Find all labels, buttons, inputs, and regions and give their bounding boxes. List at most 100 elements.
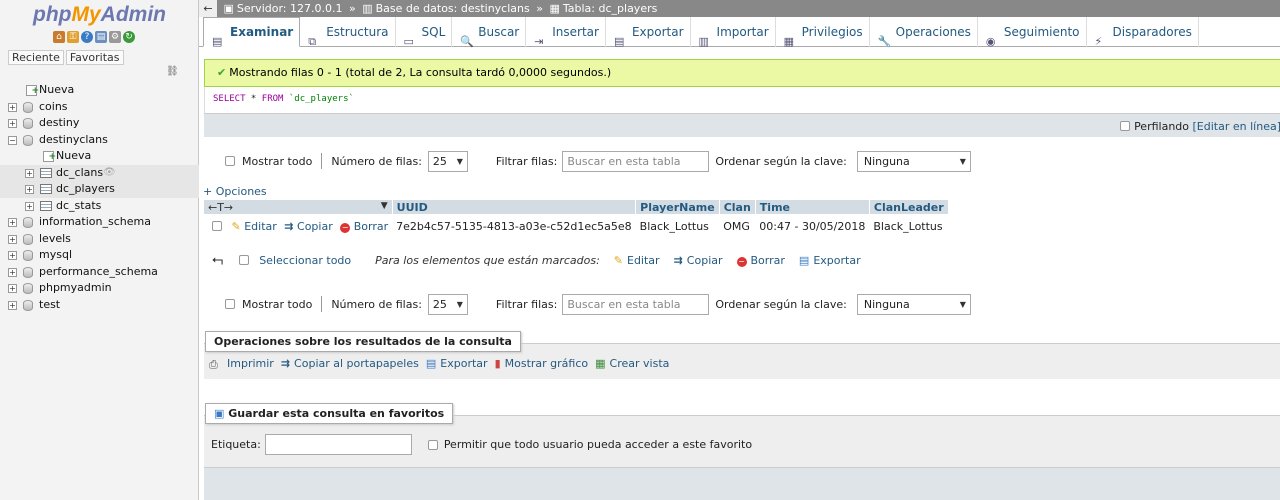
tree-item-label[interactable]: destinyclans [39,132,108,149]
copy-clipboard-link[interactable]: Copiar al portapapeles [294,357,419,370]
tree-item-label[interactable]: performance_schema [39,264,158,281]
sort-key-select[interactable]: Ninguna [856,293,971,315]
tree-item-label[interactable]: mysql [39,247,72,264]
table-cell-uuid[interactable]: 7e2b4c57-5135-4813-a03e-c52d1ec5a5e8 [392,215,636,239]
collapse-icon[interactable]: − [8,135,17,145]
expand-icon[interactable]: + [8,218,17,227]
show-all-checkbox[interactable] [225,156,235,166]
tree-item-label[interactable]: Nueva [56,148,91,165]
column-header-playername[interactable]: PlayerName [635,199,720,215]
show-chart-link[interactable]: Mostrar gráfico [505,357,589,370]
profiling-checkbox[interactable] [1120,121,1131,131]
tree-item-label[interactable]: phpmyadmin [39,280,112,297]
link-icon[interactable]: ⛓ [166,66,179,77]
export-link[interactable]: Exportar [440,357,487,370]
tree-item-dc-clans[interactable]: + dc_clans 👁 [0,164,199,182]
tree-item-Nueva[interactable]: Nueva [0,82,199,99]
expand-icon[interactable]: + [8,267,17,277]
public-bookmark-checkbox[interactable] [427,439,438,450]
tree-item-performance-schema[interactable]: + performance_schema [0,264,199,281]
phpmyadmin-logo[interactable]: phpMyAdmin [33,3,166,27]
tree-item-mysql[interactable]: + mysql [0,247,199,264]
tree-item-destiny[interactable]: + destiny [0,115,199,132]
column-arrows-header[interactable]: ←T→ ▼ [203,199,393,215]
delete-row-button[interactable]: Borrar [354,220,388,233]
copy-row-button[interactable]: Copiar [297,220,333,233]
tab-privilegios[interactable]: ▦ Privilegios [776,17,870,48]
expand-icon[interactable]: + [8,300,17,310]
print-link[interactable]: Imprimir [227,357,274,370]
filter-rows-input[interactable]: Buscar en esta tabla [562,293,710,315]
expand-icon[interactable]: + [25,168,34,178]
reload-icon[interactable]: ↻ [123,31,135,43]
sort-dropdown-icon[interactable]: ▼ [381,201,388,211]
column-header-uuid[interactable]: UUID [391,199,637,215]
edit-row-button[interactable]: Editar [244,220,277,233]
column-header-time[interactable]: Time [754,199,870,215]
expand-icon[interactable]: + [8,284,17,293]
tab-insertar[interactable]: ⇥ Insertar [526,17,606,48]
nav-tab-favorites[interactable]: Favoritas [65,50,124,65]
bulk-export-button[interactable]: Exportar [813,254,860,267]
expand-icon[interactable]: + [8,102,17,112]
expand-icon[interactable]: + [8,251,17,260]
options-link[interactable]: + Opciones [203,185,267,198]
help-icon[interactable]: ? [81,31,93,43]
tree-item-label[interactable]: information_schema [39,214,151,231]
table-cell-clan[interactable]: OMG [719,215,755,239]
tree-item-Nueva[interactable]: Nueva [0,148,199,165]
tab-operaciones[interactable]: 🔧 Operaciones [870,17,978,48]
tree-item-levels[interactable]: + levels [0,231,199,248]
tab-exportar[interactable]: ▤ Exportar [606,17,691,48]
tab-buscar[interactable]: 🔍 Buscar [452,17,527,48]
collapse-nav-icon[interactable]: ← [199,0,217,17]
tree-item-information-schema[interactable]: + information_schema [0,214,199,231]
gear-icon[interactable]: ⚙ [109,31,121,43]
tree-item-phpmyadmin[interactable]: + phpmyadmin [0,280,199,297]
rows-select[interactable]: 25 [427,150,468,172]
breadcrumb-table[interactable]: Tabla: dc_players [563,2,657,15]
expand-icon[interactable]: + [8,234,17,244]
logout-icon[interactable]: ⚿ [67,31,79,43]
tree-item-label[interactable]: dc_players [56,181,115,198]
select-all-link[interactable]: Seleccionar todo [259,254,351,267]
table-cell-clanleader[interactable]: Black_Lottus [869,215,948,239]
tab-seguimiento[interactable]: ◉ Seguimiento [978,17,1087,48]
edit-inline-link[interactable]: [Editar en línea] [1193,120,1280,133]
tab-examinar[interactable]: ▤ Examinar [203,17,301,48]
expand-icon[interactable]: + [25,201,34,211]
expand-icon[interactable]: + [8,119,17,128]
tree-item-test[interactable]: + test [0,297,199,314]
bulk-copy-button[interactable]: Copiar [687,254,723,267]
bookmark-label-input[interactable] [264,434,412,455]
docs-icon[interactable]: ▤ [95,31,107,43]
tree-item-label[interactable]: Nueva [39,82,74,99]
show-all-checkbox[interactable] [225,299,235,309]
home-icon[interactable]: ⌂ [53,31,65,43]
expand-icon[interactable]: + [25,185,34,194]
tree-item-coins[interactable]: + coins [0,99,199,116]
tree-item-label[interactable]: destiny [39,115,79,132]
tree-item-destinyclans[interactable]: − destinyclans [0,132,199,149]
tree-item-label[interactable]: dc_clans [56,165,103,182]
tab-disparadores[interactable]: ⚡ Disparadores [1087,17,1199,48]
tree-item-label[interactable]: dc_stats [56,198,101,215]
breadcrumb-database[interactable]: Base de datos: destinyclans [376,2,530,15]
tab-sql[interactable]: ▭ SQL [396,17,453,48]
sort-key-select[interactable]: Ninguna [856,150,971,172]
sql-query[interactable]: SELECT * FROM `dc_players` [213,94,354,104]
column-header-clan[interactable]: Clan [718,199,756,215]
bulk-edit-button[interactable]: Editar [627,254,660,267]
tree-item-dc-players[interactable]: + dc_players [0,181,199,198]
rows-select[interactable]: 25 [427,293,468,315]
tree-item-label[interactable]: levels [39,231,71,248]
row-checkbox[interactable] [211,221,222,232]
table-cell-playername[interactable]: Black_Lottus [636,215,720,239]
filter-rows-input[interactable]: Buscar en esta tabla [562,150,710,172]
tab-importar[interactable]: ▥ Importar [691,17,776,48]
table-cell-time[interactable]: 00:47 - 30/05/2018 [755,215,869,239]
nav-tab-recent[interactable]: Reciente [8,50,64,65]
breadcrumb-server[interactable]: Servidor: 127.0.0.1 [237,2,343,15]
tree-item-label[interactable]: test [39,297,60,314]
column-header-clanleader[interactable]: ClanLeader [868,199,949,215]
